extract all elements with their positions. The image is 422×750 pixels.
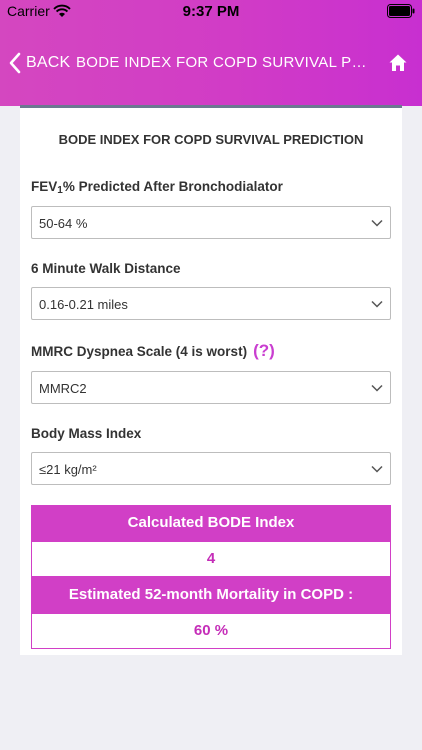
app-header: Carrier 9:37 PM BACK BODE INDEX FOR COPD… — [0, 0, 422, 106]
calculator-card: BODE INDEX FOR COPD SURVIVAL PREDICTION … — [20, 105, 402, 655]
walk-label: 6 Minute Walk Distance — [31, 261, 181, 276]
chevron-down-icon — [371, 219, 383, 227]
mmrc-select-value: MMRC2 — [39, 381, 87, 396]
back-button[interactable]: BACK — [8, 52, 70, 74]
form-title: BODE INDEX FOR COPD SURVIVAL PREDICTION — [58, 132, 364, 147]
status-time: 9:37 PM — [182, 3, 240, 20]
bode-result-value: 4 — [31, 541, 391, 577]
mmrc-select[interactable]: MMRC2 — [31, 371, 391, 404]
screen: Carrier 9:37 PM BACK BODE INDEX FOR COPD… — [0, 0, 422, 750]
fev-select-value: 50-64 % — [39, 216, 88, 231]
mmrc-label: MMRC Dyspnea Scale (4 is worst) (?) — [31, 341, 275, 360]
chevron-down-icon — [371, 300, 383, 308]
back-label: BACK — [26, 54, 71, 71]
fev-label: FEV1% Predicted After Bronchodialator — [31, 179, 283, 196]
chevron-down-icon — [371, 465, 383, 473]
chevron-down-icon — [371, 384, 383, 392]
mortality-result: Estimated 52-month Mortality in COPD : 6… — [31, 577, 391, 649]
bmi-select[interactable]: ≤21 kg/m² — [31, 452, 391, 485]
fev-select[interactable]: 50-64 % — [31, 206, 391, 239]
nav-title: BODE INDEX FOR COPD SURVIVAL PREDICTION — [76, 54, 371, 71]
mmrc-help-button[interactable]: (?) — [253, 341, 275, 360]
status-bar: Carrier 9:37 PM — [0, 0, 422, 22]
chevron-left-icon — [9, 52, 21, 74]
battery-icon — [387, 4, 415, 18]
navigation-bar: BACK BODE INDEX FOR COPD SURVIVAL PREDIC… — [0, 36, 422, 90]
bode-result: Calculated BODE Index 4 — [31, 505, 391, 577]
bmi-label: Body Mass Index — [31, 426, 142, 441]
home-icon[interactable] — [388, 53, 408, 73]
bmi-select-value: ≤21 kg/m² — [39, 462, 97, 477]
walk-select[interactable]: 0.16-0.21 miles — [31, 287, 391, 320]
walk-select-value: 0.16-0.21 miles — [39, 297, 128, 312]
mortality-result-label: Estimated 52-month Mortality in COPD : — [31, 577, 391, 613]
mortality-result-value: 60 % — [31, 613, 391, 649]
bode-result-label: Calculated BODE Index — [31, 505, 391, 541]
